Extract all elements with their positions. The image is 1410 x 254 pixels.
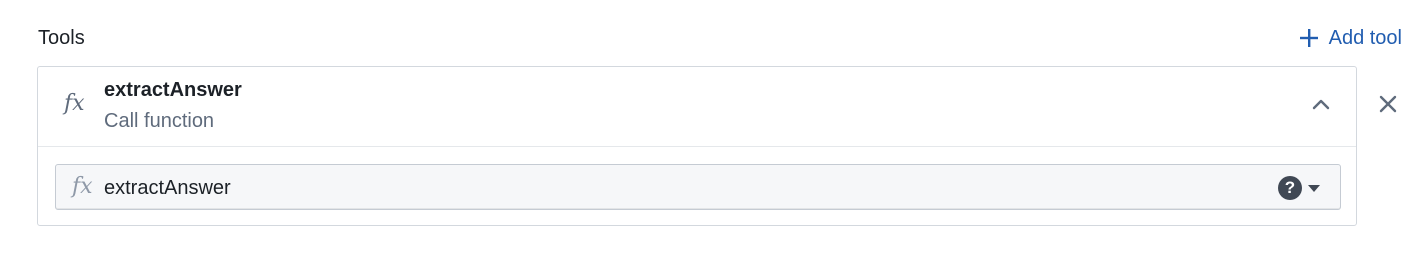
help-icon[interactable]: ? xyxy=(1278,176,1302,200)
tools-section-title: Tools xyxy=(38,27,85,49)
tools-panel: Tools Add tool fx extractAnswer Call fun… xyxy=(0,0,1410,254)
function-icon: fx xyxy=(64,91,85,116)
tool-card: fx extractAnswer Call function fx extrac… xyxy=(37,66,1357,226)
tool-type-label: Call function xyxy=(104,110,215,132)
close-icon[interactable] xyxy=(1378,94,1398,119)
function-icon: fx xyxy=(72,174,93,199)
function-select-value: extractAnswer xyxy=(104,177,231,199)
add-tool-label: Add tool xyxy=(1328,27,1402,49)
chevron-up-icon[interactable] xyxy=(1312,97,1330,115)
function-select[interactable]: fx extractAnswer ? xyxy=(55,164,1341,210)
add-tool-button[interactable]: Add tool xyxy=(1299,26,1402,50)
tool-card-header[interactable]: fx extractAnswer Call function xyxy=(38,67,1356,147)
tool-name: extractAnswer xyxy=(104,79,242,101)
caret-down-icon xyxy=(1308,185,1320,192)
plus-icon xyxy=(1299,28,1319,48)
